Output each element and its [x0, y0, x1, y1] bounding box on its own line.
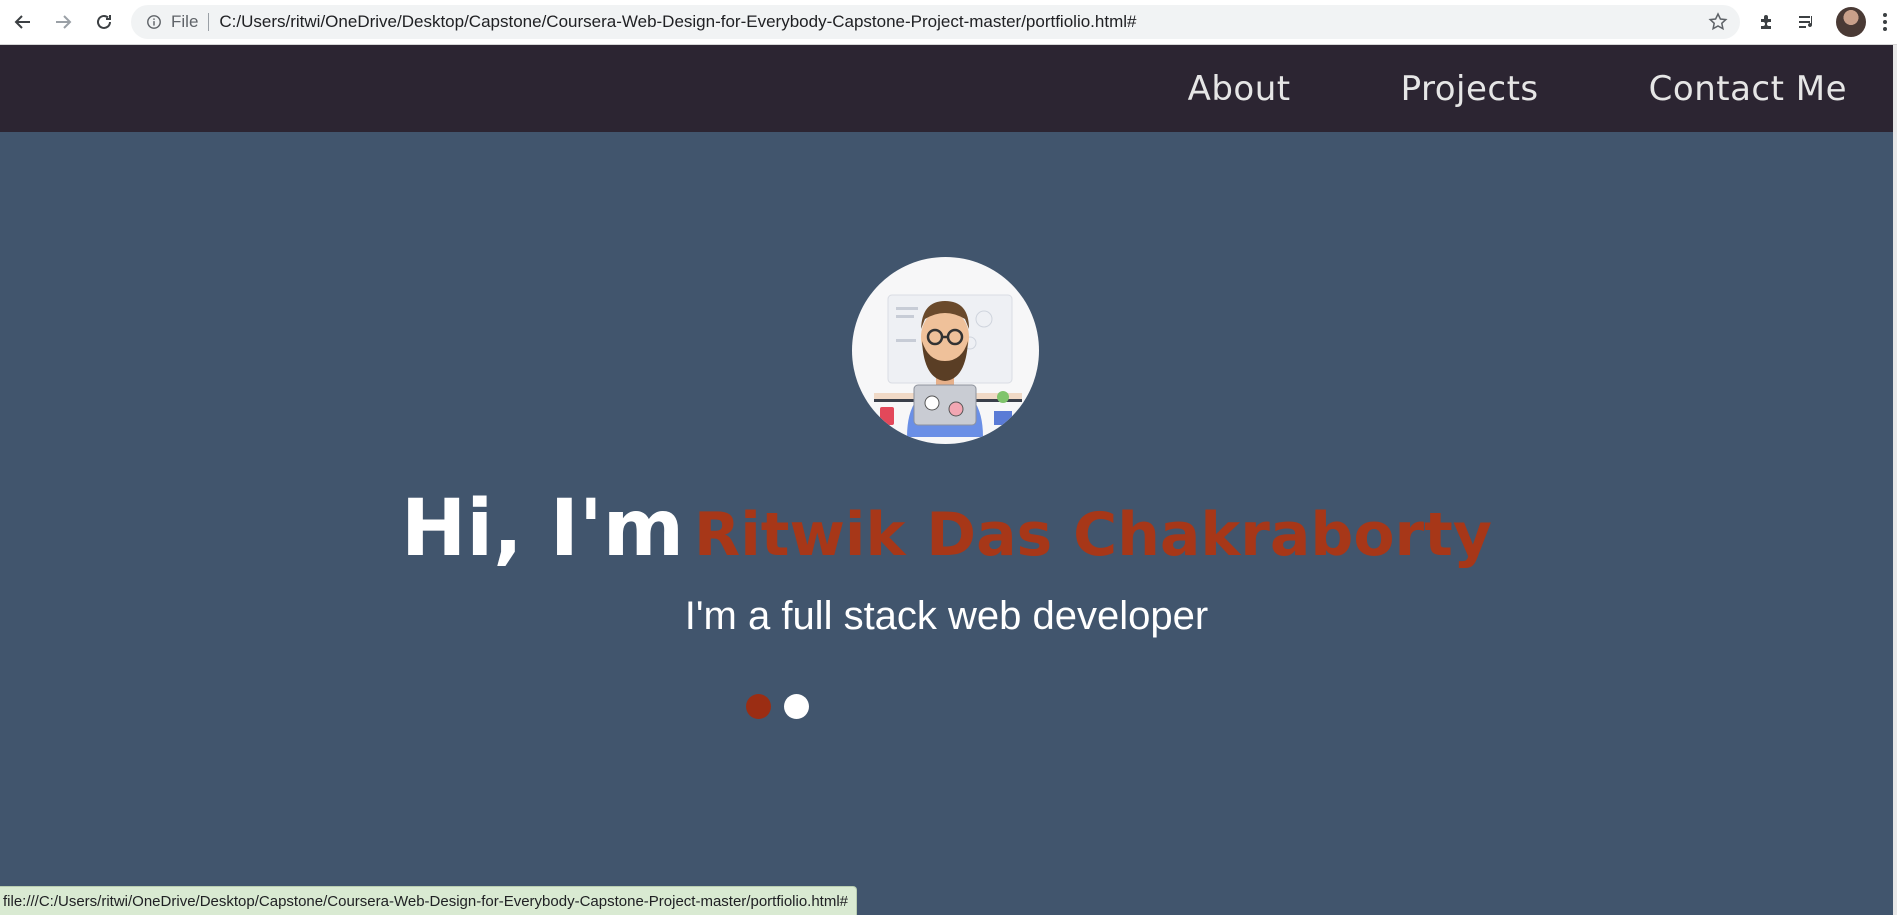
forward-arrow-icon: [56, 15, 72, 29]
browser-toolbar: File C:/Users/ritwi/OneDrive/Desktop/Cap…: [0, 0, 1897, 45]
status-bar-url: file:///C:/Users/ritwi/OneDrive/Desktop/…: [0, 886, 858, 915]
hero-tagline: I'm a full stack web developer: [684, 594, 1209, 638]
greeting-text: Hi, I'm: [401, 484, 685, 574]
info-icon[interactable]: [145, 13, 163, 31]
star-icon[interactable]: [1708, 12, 1728, 32]
page-scrollbar[interactable]: [1893, 45, 1897, 915]
hero-headline: Hi, I'm Ritwik Das Chakraborty: [0, 484, 1893, 574]
back-button[interactable]: [8, 8, 38, 36]
hero-section: Hi, I'm Ritwik Das Chakraborty I'm a full…: [0, 132, 1893, 915]
scheme-label: File: [171, 12, 199, 31]
extensions-button[interactable]: [1754, 9, 1780, 35]
nav-link-contact[interactable]: Contact Me: [1649, 69, 1847, 109]
back-arrow-icon: [14, 15, 30, 29]
carousel-dot-2[interactable]: [784, 694, 809, 719]
address-bar[interactable]: File C:/Users/ritwi/OneDrive/Desktop/Cap…: [131, 5, 1740, 39]
reading-list-icon: [1799, 16, 1813, 28]
url-text[interactable]: C:/Users/ritwi/OneDrive/Desktop/Capstone…: [219, 12, 1136, 32]
carousel-dot-1[interactable]: [746, 694, 771, 719]
name-text: Ritwik Das Chakraborty: [694, 500, 1492, 570]
more-vert-icon[interactable]: [1880, 10, 1890, 34]
forward-button[interactable]: [48, 8, 78, 36]
omnibox-separator: [208, 13, 210, 31]
profile-avatar[interactable]: [1836, 7, 1866, 37]
site-header: About Projects Contact Me: [0, 45, 1893, 132]
reload-button[interactable]: [89, 8, 119, 36]
nav-link-about[interactable]: About: [1188, 69, 1291, 109]
developer-avatar-illustration: [874, 294, 1022, 437]
puzzle-extension-icon: [1761, 15, 1771, 29]
site-nav: About Projects Contact Me: [1078, 45, 1847, 132]
carousel-indicators: [746, 694, 809, 719]
reload-icon: [97, 14, 111, 29]
profile-picture: [852, 257, 1039, 444]
reading-list-button[interactable]: [1794, 9, 1820, 35]
nav-link-projects[interactable]: Projects: [1401, 69, 1539, 109]
